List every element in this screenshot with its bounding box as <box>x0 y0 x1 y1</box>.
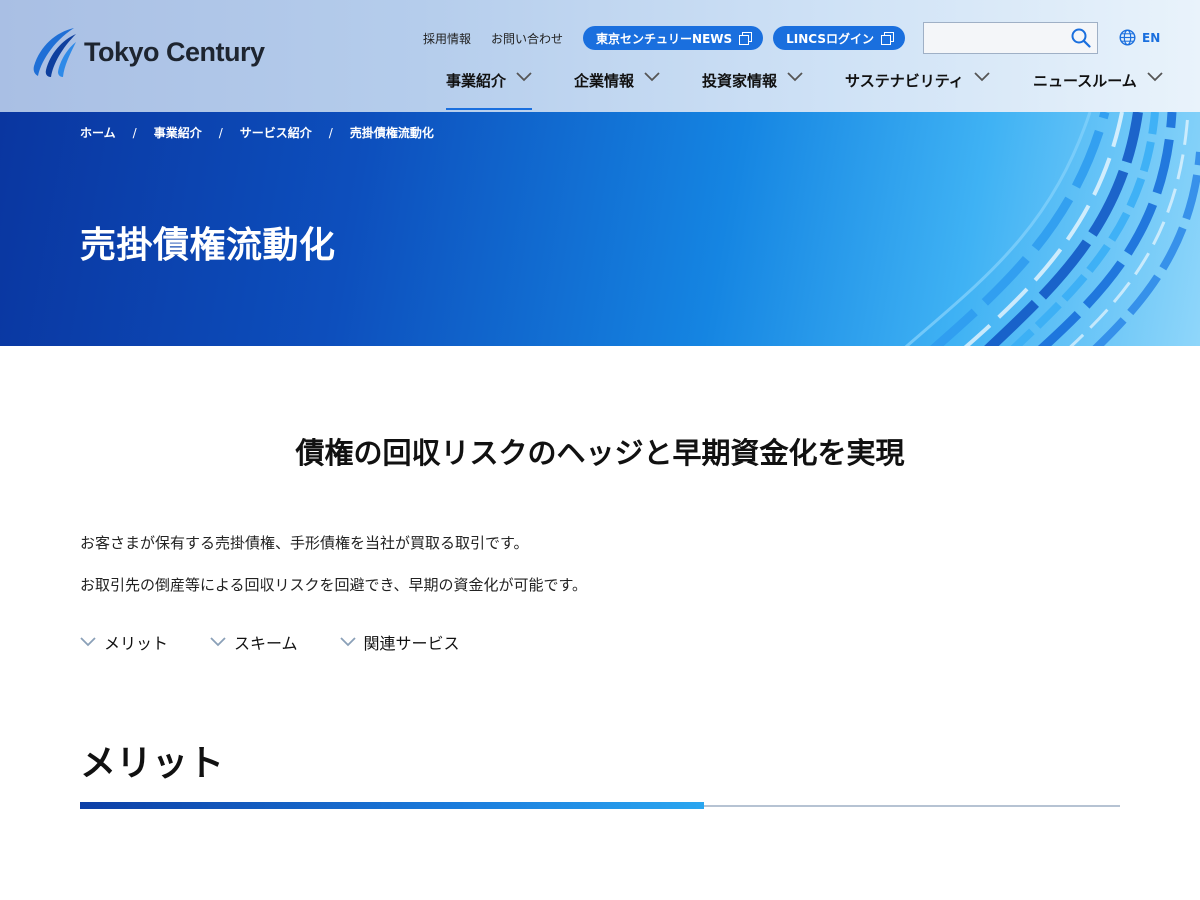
intro-paragraph-2: お取引先の倒産等による回収リスクを回避でき、早期の資金化が可能です。 <box>80 576 588 594</box>
anchor-label: 関連サービス <box>363 634 460 653</box>
site-header: Tokyo Century 採用情報 お問い合わせ 東京センチュリーNEWS L… <box>0 0 1200 112</box>
nav-item-label: 企業情報 <box>574 72 635 90</box>
contact-link[interactable]: お問い合わせ <box>491 30 563 47</box>
anchor-scheme[interactable]: スキーム <box>210 630 298 654</box>
search-input[interactable] <box>924 23 1070 51</box>
chevron-down-icon <box>516 72 532 82</box>
breadcrumb-business[interactable]: 事業紹介 <box>154 124 202 141</box>
news-pill-label: 東京センチュリーNEWS <box>596 31 733 46</box>
anchor-label: スキーム <box>234 634 298 653</box>
chevron-down-icon <box>787 72 803 82</box>
chevron-down-icon <box>339 637 356 647</box>
anchor-related-services[interactable]: 関連サービス <box>339 630 460 654</box>
breadcrumb-services[interactable]: サービス紹介 <box>240 124 312 141</box>
intro-paragraph-1: お客さまが保有する売掛債権、手形債権を当社が買取る取引です。 <box>80 534 529 552</box>
lincs-login-button[interactable]: LINCSログイン <box>773 26 905 50</box>
breadcrumb: ホーム / 事業紹介 / サービス紹介 / 売掛債権流動化 <box>80 124 434 141</box>
hero-decoration <box>904 112 1200 346</box>
section-title-merit: メリット <box>80 743 225 784</box>
nav-item-label: 事業紹介 <box>446 72 507 90</box>
anchor-merit[interactable]: メリット <box>80 630 168 654</box>
utility-nav: 採用情報 お問い合わせ 東京センチュリーNEWS LINCSログイン <box>423 26 915 50</box>
breadcrumb-home[interactable]: ホーム <box>80 124 116 141</box>
nav-item-company[interactable]: 企業情報 <box>574 62 660 110</box>
global-nav: 事業紹介 企業情報 投資家情報 サステナビリティ ニュースルーム <box>0 62 1200 112</box>
nav-item-newsroom[interactable]: ニュースルーム <box>1033 62 1163 110</box>
chevron-down-icon <box>1147 72 1163 82</box>
search-box <box>923 22 1098 54</box>
nav-item-business[interactable]: 事業紹介 <box>446 62 533 110</box>
external-link-icon <box>739 32 753 45</box>
breadcrumb-separator: / <box>328 125 333 140</box>
section-divider <box>80 802 1120 810</box>
page-title: 売掛債権流動化 <box>80 225 336 266</box>
lincs-login-label: LINCSログイン <box>786 31 874 46</box>
breadcrumb-separator: / <box>218 125 223 140</box>
anchor-label: メリット <box>104 634 169 653</box>
chevron-down-icon <box>644 72 660 82</box>
language-switch[interactable]: EN <box>1119 29 1160 46</box>
search-icon[interactable] <box>1071 28 1091 48</box>
nav-item-sustainability[interactable]: サステナビリティ <box>845 62 990 110</box>
news-pill-button[interactable]: 東京センチュリーNEWS <box>583 26 764 50</box>
nav-item-label: ニュースルーム <box>1033 72 1137 90</box>
anchor-links: メリット スキーム 関連サービス <box>80 630 502 654</box>
nav-item-investors[interactable]: 投資家情報 <box>702 62 803 110</box>
page-hero: ホーム / 事業紹介 / サービス紹介 / 売掛債権流動化 売掛債権流動化 <box>0 112 1200 346</box>
lead-heading: 債権の回収リスクのヘッジと早期資金化を実現 <box>295 436 905 470</box>
language-label: EN <box>1142 30 1161 45</box>
chevron-down-icon <box>80 637 96 647</box>
recruit-link[interactable]: 採用情報 <box>423 30 471 47</box>
globe-icon <box>1119 29 1136 46</box>
chevron-down-icon <box>974 72 990 82</box>
nav-item-label: 投資家情報 <box>702 72 778 90</box>
breadcrumb-separator: / <box>132 125 137 140</box>
chevron-down-icon <box>210 637 226 647</box>
breadcrumb-current: 売掛債権流動化 <box>349 126 434 140</box>
nav-item-label: サステナビリティ <box>845 72 964 90</box>
external-link-icon <box>880 32 894 45</box>
divider-accent <box>80 802 704 809</box>
